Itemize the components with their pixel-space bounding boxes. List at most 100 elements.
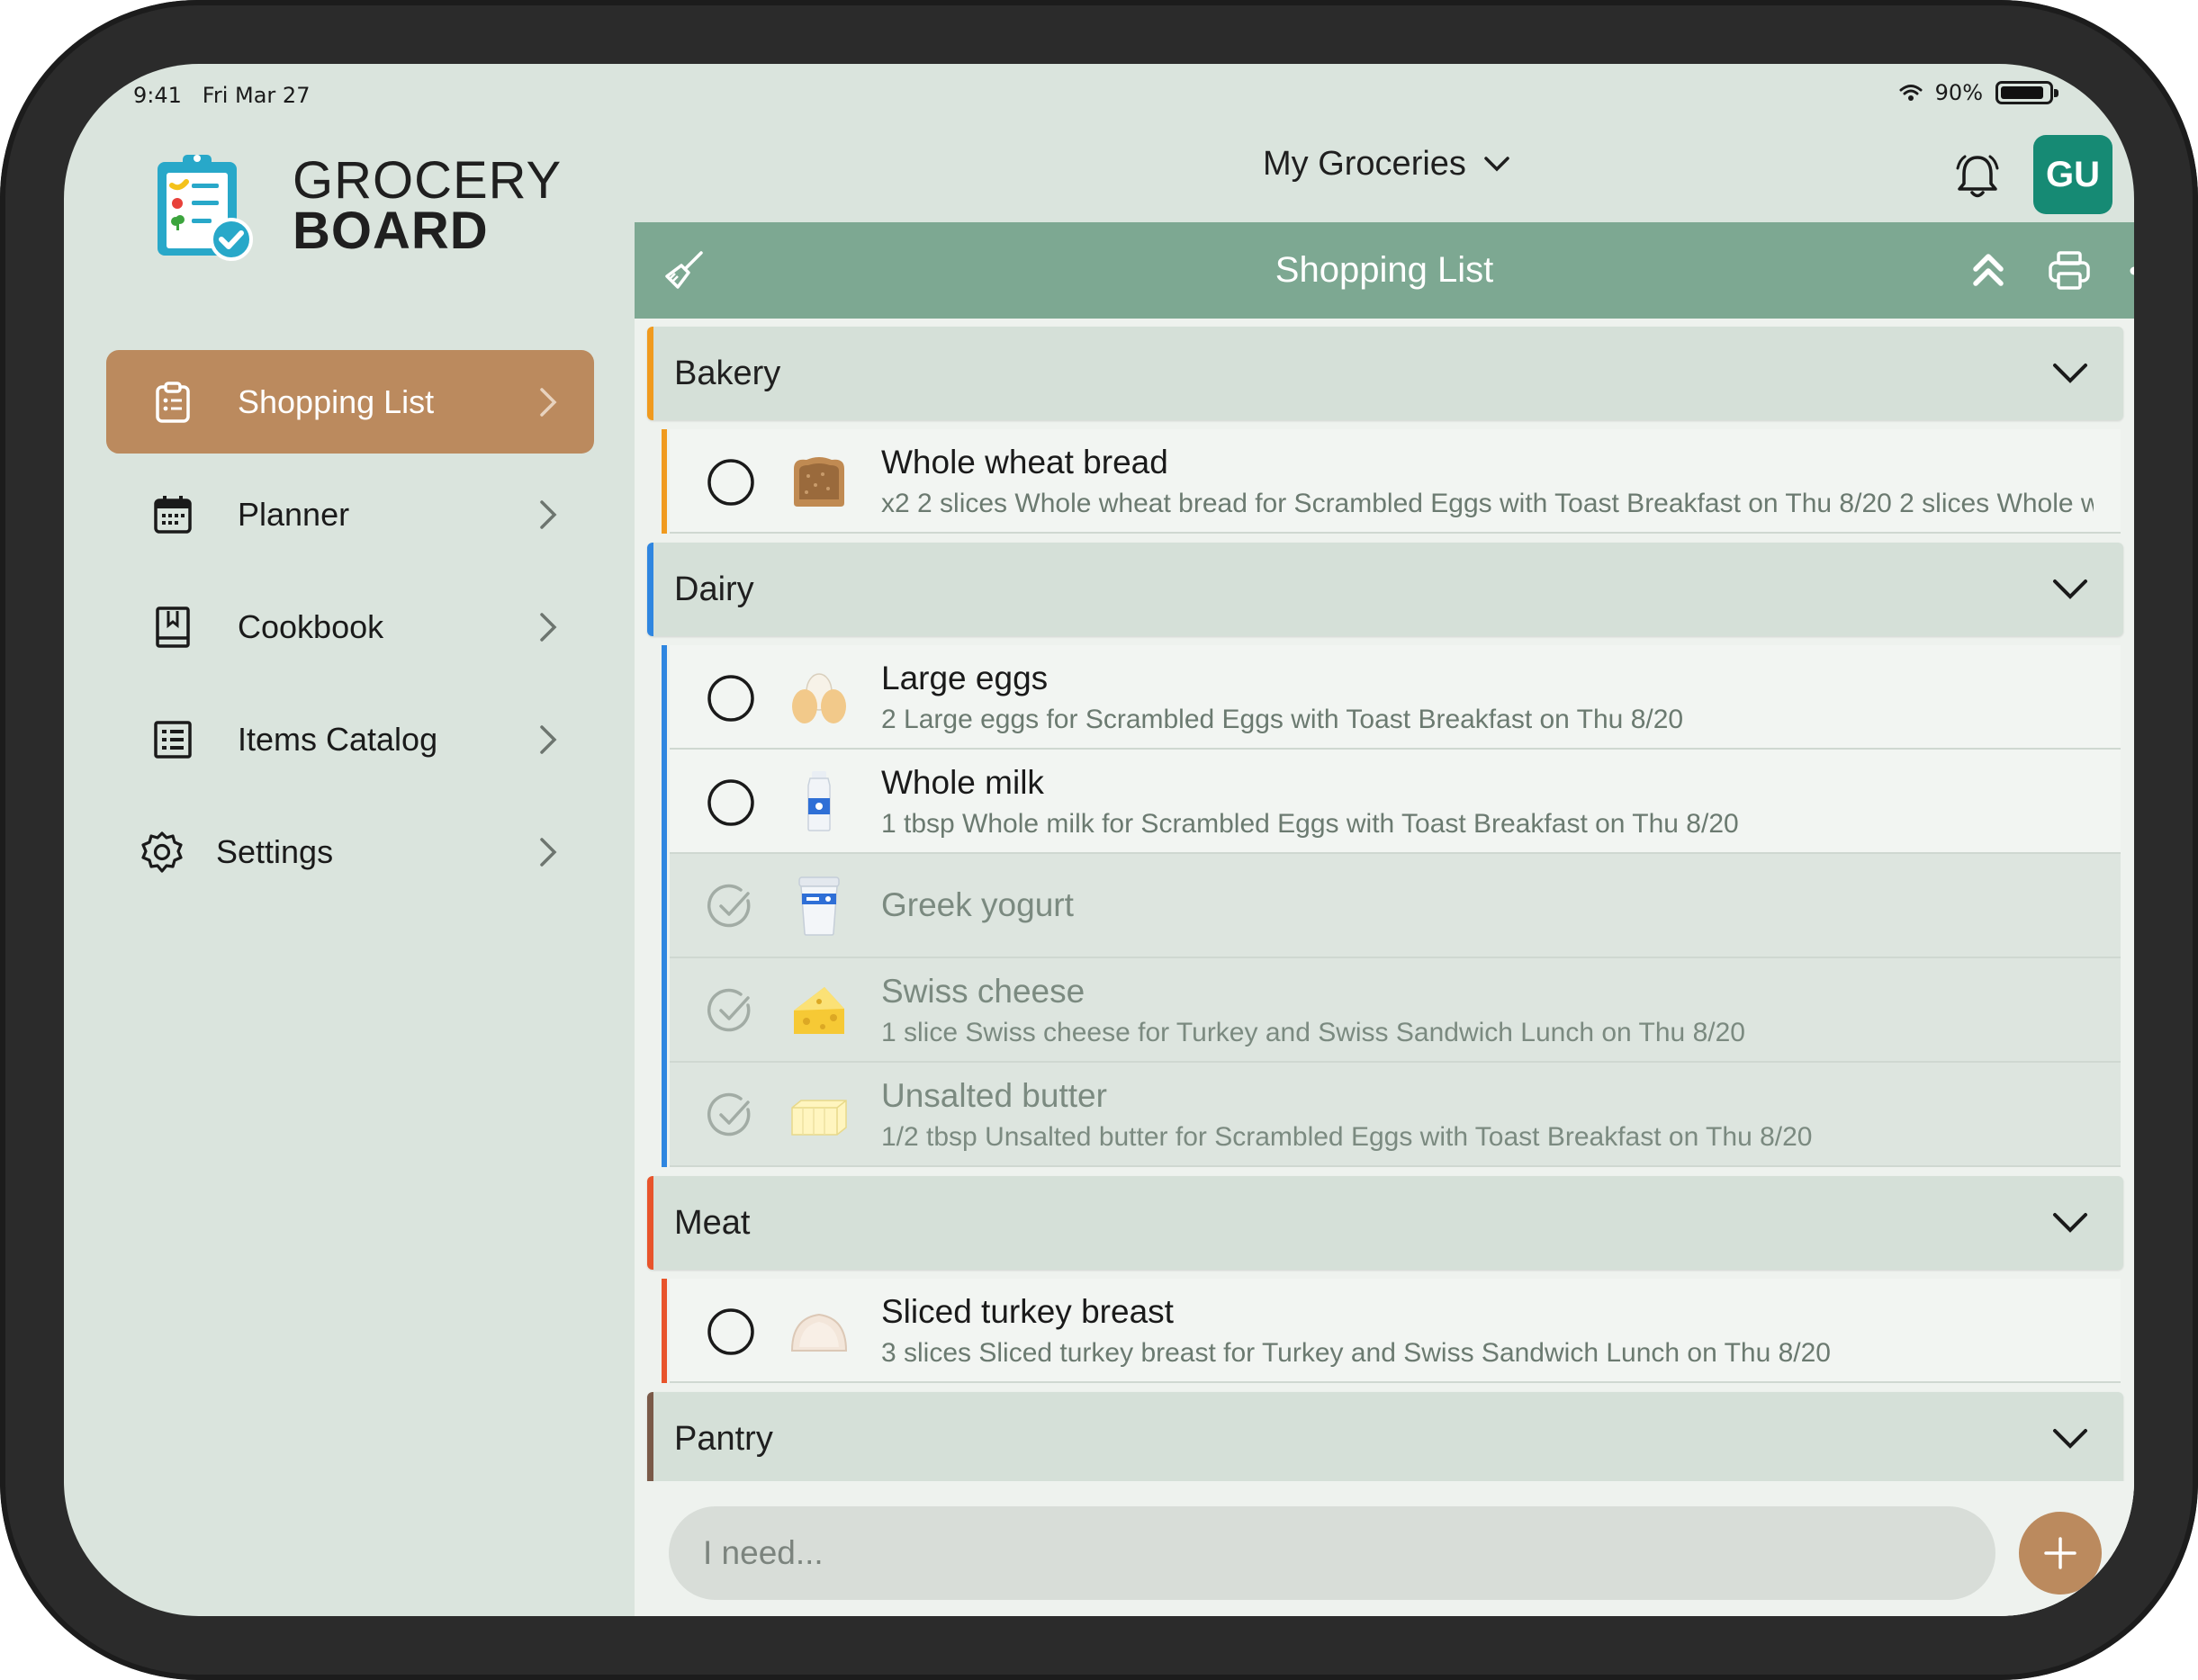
item-name: Sliced turkey breast [881,1293,1174,1330]
add-item-button[interactable] [2019,1512,2102,1595]
item-description: x2 2 slices Whole wheat bread for Scramb… [881,489,2094,518]
eggs-icon [792,673,846,723]
butter-icon [791,1100,847,1136]
category-header-dairy[interactable]: Dairy [647,543,2123,636]
book-icon [149,604,196,651]
list-item[interactable]: Sliced turkey breast 3 slices Sliced tur… [662,1279,2121,1383]
brand: GROCERY BOARD [152,149,562,263]
item-name: Greek yogurt [881,886,1074,923]
more-options-icon[interactable] [2123,246,2134,296]
status-indicators: 90% [1899,75,2058,111]
shopping-list: Bakery Whole wheat bread x2 2 slices Who… [647,327,2123,1495]
item-description: 1/2 tbsp Unsalted butter for Scrambled E… [881,1122,1813,1152]
sidebar-item-shopping-list[interactable]: Shopping List [106,350,594,454]
checkbox-unchecked[interactable] [707,674,755,723]
category-name: Dairy [674,570,754,608]
checkbox-unchecked[interactable] [707,778,755,827]
item-description: 1 tbsp Whole milk for Scrambled Eggs wit… [881,809,1739,839]
list-selector-label: My Groceries [1263,145,1466,183]
plus-icon [2044,1537,2076,1569]
clipboard-icon [149,379,196,426]
list-selector-dropdown[interactable]: My Groceries [1263,145,1511,184]
notification-bell-icon[interactable] [1950,150,2004,204]
category-stripe [662,645,667,750]
checkbox-unchecked[interactable] [707,458,755,507]
list-item[interactable]: Greek yogurt [662,854,2121,958]
item-name: Unsalted butter [881,1077,1107,1114]
category-stripe [662,854,667,958]
checkbox-checked-icon[interactable] [707,883,755,931]
chevron-right-icon [540,613,557,642]
chevron-down-icon [2053,364,2087,383]
grocery-board-logo-icon [158,155,253,261]
category-stripe [662,429,667,534]
app-screen: 9:41 Fri Mar 27 90% GROCERY BOARD Shoppi… [64,64,2134,1616]
sidebar-item-label: Shopping List [238,382,435,420]
sidebar-item-planner[interactable]: Planner [106,463,594,566]
shopping-list-toolbar: Shopping List [635,222,2134,319]
list-item[interactable]: Large eggs 2 Large eggs for Scrambled Eg… [662,645,2121,750]
yogurt-icon [798,876,840,936]
category-stripe [662,750,667,854]
item-name: Swiss cheese [881,973,1085,1010]
sidebar-item-label: Items Catalog [238,720,438,758]
checkbox-checked-icon[interactable] [707,987,755,1036]
gear-icon [139,829,185,876]
chevron-down-icon [2053,1429,2087,1449]
sidebar-nav: Shopping List Planner Cookbook Items Cat… [106,350,594,912]
turkey-slice-icon [790,1313,848,1352]
brand-name: GROCERY BOARD [293,151,563,260]
item-name: Large eggs [881,660,1049,696]
battery-icon [1995,81,2058,104]
category-name: Pantry [674,1419,773,1458]
checkbox-unchecked[interactable] [707,1307,755,1356]
brand-line1: GROCERY [293,151,563,211]
tablet-frame: 9:41 Fri Mar 27 90% GROCERY BOARD Shoppi… [0,0,2198,1680]
add-item-bar [635,1481,2134,1616]
calendar-icon [149,491,196,538]
chevron-right-icon [540,725,557,754]
chevron-down-icon [1484,156,1509,171]
item-description: 1 slice Swiss cheese for Turkey and Swis… [881,1018,1745,1047]
milk-icon [807,771,831,831]
sidebar-item-label: Cookbook [238,607,384,645]
sidebar: GROCERY BOARD Shopping List Planner Cook… [64,64,635,1616]
list-item[interactable]: Whole milk 1 tbsp Whole milk for Scrambl… [662,750,2121,854]
chevron-down-icon [2053,1213,2087,1233]
chevron-right-icon [540,500,557,529]
sidebar-item-cookbook[interactable]: Cookbook [106,575,594,678]
cheese-icon [794,987,844,1034]
category-stripe [662,1063,667,1167]
list-icon [149,716,196,763]
category-header-bakery[interactable]: Bakery [647,327,2123,420]
item-description: 2 Large eggs for Scrambled Eggs with Toa… [881,705,1684,734]
collapse-all-icon[interactable] [1963,246,2013,296]
add-item-input[interactable] [669,1506,1995,1600]
user-avatar[interactable]: GU [2033,135,2112,214]
chevron-down-icon [2053,579,2087,599]
category-name: Meat [674,1203,751,1242]
category-header-pantry[interactable]: Pantry [647,1392,2123,1486]
print-icon[interactable] [2044,246,2094,296]
list-item[interactable]: Swiss cheese 1 slice Swiss cheese for Tu… [662,958,2121,1063]
sidebar-item-label: Settings [216,832,334,870]
shopping-list-panel: Shopping List Bakery Whole wheat bread x… [635,222,2134,1616]
list-item[interactable]: Unsalted butter 1/2 tbsp Unsalted butter… [662,1063,2121,1167]
chevron-right-icon [540,838,557,867]
sidebar-item-items-catalog[interactable]: Items Catalog [106,687,594,791]
bread-icon [794,457,844,507]
category-stripe [662,1279,667,1383]
brand-line2: BOARD [293,202,489,260]
item-name: Whole wheat bread [881,444,1168,481]
sidebar-item-settings[interactable]: Settings [106,800,594,903]
battery-percent: 90% [1934,80,1983,105]
category-stripe [662,958,667,1063]
checkbox-checked-icon[interactable] [707,1092,755,1140]
category-header-meat[interactable]: Meat [647,1176,2123,1270]
item-description: 3 slices Sliced turkey breast for Turkey… [881,1338,1831,1368]
sidebar-item-label: Planner [238,495,350,533]
category-name: Bakery [674,354,781,392]
toolbar-title: Shopping List [1275,250,1494,290]
item-name: Whole milk [881,764,1044,801]
list-item[interactable]: Whole wheat bread x2 2 slices Whole whea… [662,429,2121,534]
